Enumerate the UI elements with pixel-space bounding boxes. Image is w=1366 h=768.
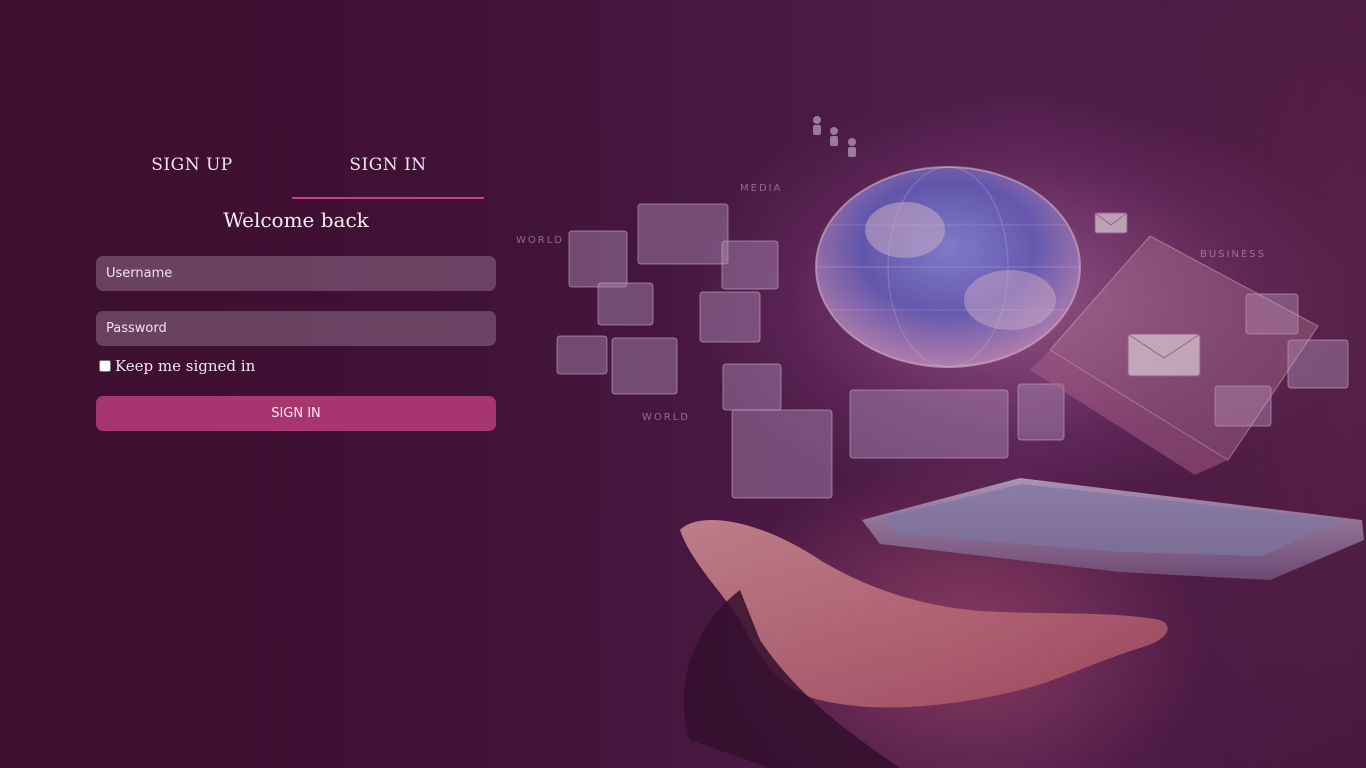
hero-illustration: WORLD WORLD MEDIA BUSINESS [0,0,1366,768]
keep-signed-in-label: Keep me signed in [115,357,256,375]
auth-tabs: SIGN UP SIGN IN [96,140,496,200]
welcome-heading: Welcome back [223,208,369,232]
keep-signed-in-checkbox[interactable] [99,360,111,372]
keep-signed-in[interactable]: Keep me signed in [99,357,255,375]
tab-sign-in[interactable]: SIGN IN [292,140,484,199]
sign-in-button[interactable]: SIGN IN [96,396,496,431]
password-input[interactable] [96,311,496,346]
tab-sign-up[interactable]: SIGN UP [96,140,288,197]
username-input[interactable] [96,256,496,291]
